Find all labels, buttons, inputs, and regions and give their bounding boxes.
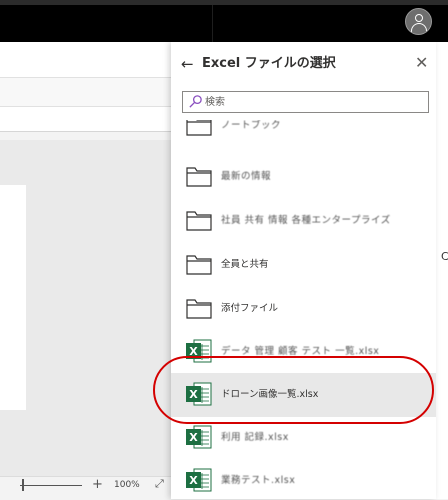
- background-formula-bar: [0, 107, 172, 132]
- background-right-text: C: [441, 250, 448, 263]
- arrow-left-icon[interactable]: ←: [181, 56, 194, 72]
- file-list-item[interactable]: X 業務テスト.xlsx: [171, 459, 436, 499]
- item-label: ドローン画像一覧.xlsx: [221, 389, 319, 400]
- icon-shape: [186, 211, 212, 231]
- avatar-head: [415, 14, 423, 22]
- search-input[interactable]: [205, 94, 420, 110]
- item-label: 利用 記録.xlsx: [221, 432, 289, 443]
- file-list-item[interactable]: X データ 管理 顧客 テスト 一覧.xlsx: [171, 330, 436, 374]
- icon-shape: [186, 167, 212, 187]
- icon-shape: X: [189, 345, 198, 358]
- expand-icon[interactable]: ⤢: [155, 477, 164, 491]
- icon-shape: X: [186, 339, 212, 363]
- icon-shape: [186, 211, 212, 231]
- zoom-in-button[interactable]: +: [92, 477, 103, 492]
- item-label: 全員と共有: [221, 259, 269, 270]
- icon-shape: [186, 255, 212, 275]
- icon-shape: [186, 299, 212, 319]
- item-label: 社員 共有 情報 各種エンタープライズ: [221, 215, 391, 226]
- panel-title: Excel ファイルの選択: [202, 56, 336, 71]
- file-list-item[interactable]: X 利用 記録.xlsx: [171, 416, 436, 460]
- excel-file-icon: X: [185, 467, 213, 493]
- icon-shape: X: [189, 474, 198, 487]
- excel-file-icon: X: [185, 338, 213, 364]
- folder-icon: [185, 120, 213, 138]
- status-bar: [0, 476, 172, 500]
- zoom-level: 100%: [114, 480, 140, 490]
- avatar-body: [411, 23, 427, 33]
- folder-list-item[interactable]: 添付ファイル: [171, 287, 436, 331]
- search-box[interactable]: [182, 91, 429, 113]
- folder-list-item[interactable]: 社員 共有 情報 各種エンタープライズ: [171, 199, 436, 243]
- background-subtoolbar: [0, 78, 172, 107]
- icon-shape: X: [186, 382, 212, 406]
- icon-shape: [186, 120, 212, 136]
- background-toolbar: [0, 42, 172, 78]
- zoom-slider-thumb[interactable]: [22, 479, 24, 491]
- folder-icon: [185, 295, 213, 321]
- item-label: 最新の情報: [221, 171, 272, 182]
- icon-shape: [186, 255, 212, 275]
- icon-shape: [186, 299, 212, 319]
- item-label: ノートブック: [221, 120, 282, 131]
- icon-shape: X: [186, 468, 212, 492]
- top-bar: [0, 0, 448, 42]
- excel-file-icon: X: [185, 381, 213, 407]
- folder-icon: [185, 251, 213, 277]
- file-picker-panel: ← Excel ファイルの選択 ✕ ノートブック最新の情報社員 共有 情報 各種…: [171, 42, 436, 499]
- close-icon[interactable]: ✕: [415, 54, 428, 72]
- item-label: 業務テスト.xlsx: [221, 475, 296, 486]
- search-icon: [189, 95, 202, 108]
- folder-list-item[interactable]: 全員と共有: [171, 243, 436, 287]
- folder-icon: [185, 163, 213, 189]
- background-card: [0, 185, 26, 410]
- zoom-slider[interactable]: [20, 485, 82, 486]
- folder-list-item[interactable]: 最新の情報: [171, 155, 436, 199]
- item-label: データ 管理 顧客 テスト 一覧.xlsx: [221, 346, 380, 357]
- icon-shape: [186, 167, 212, 187]
- file-list-item[interactable]: X ドローン画像一覧.xlsx: [171, 373, 436, 417]
- folder-icon: [185, 207, 213, 233]
- top-separator: [212, 5, 213, 42]
- excel-file-icon: X: [185, 424, 213, 450]
- top-strip: [0, 0, 448, 5]
- icon-shape: X: [189, 388, 198, 401]
- user-avatar-icon[interactable]: [405, 8, 432, 35]
- folder-list-item[interactable]: ノートブック: [171, 120, 436, 148]
- icon-shape: X: [189, 431, 198, 444]
- file-list: ノートブック 最新の情報社員 共有 情報 各種エンタープライズ 全員と共有添付ファイ…: [171, 120, 436, 499]
- background-right-area: [436, 42, 448, 499]
- item-label: 添付ファイル: [221, 303, 279, 314]
- icon-shape: X: [186, 425, 212, 449]
